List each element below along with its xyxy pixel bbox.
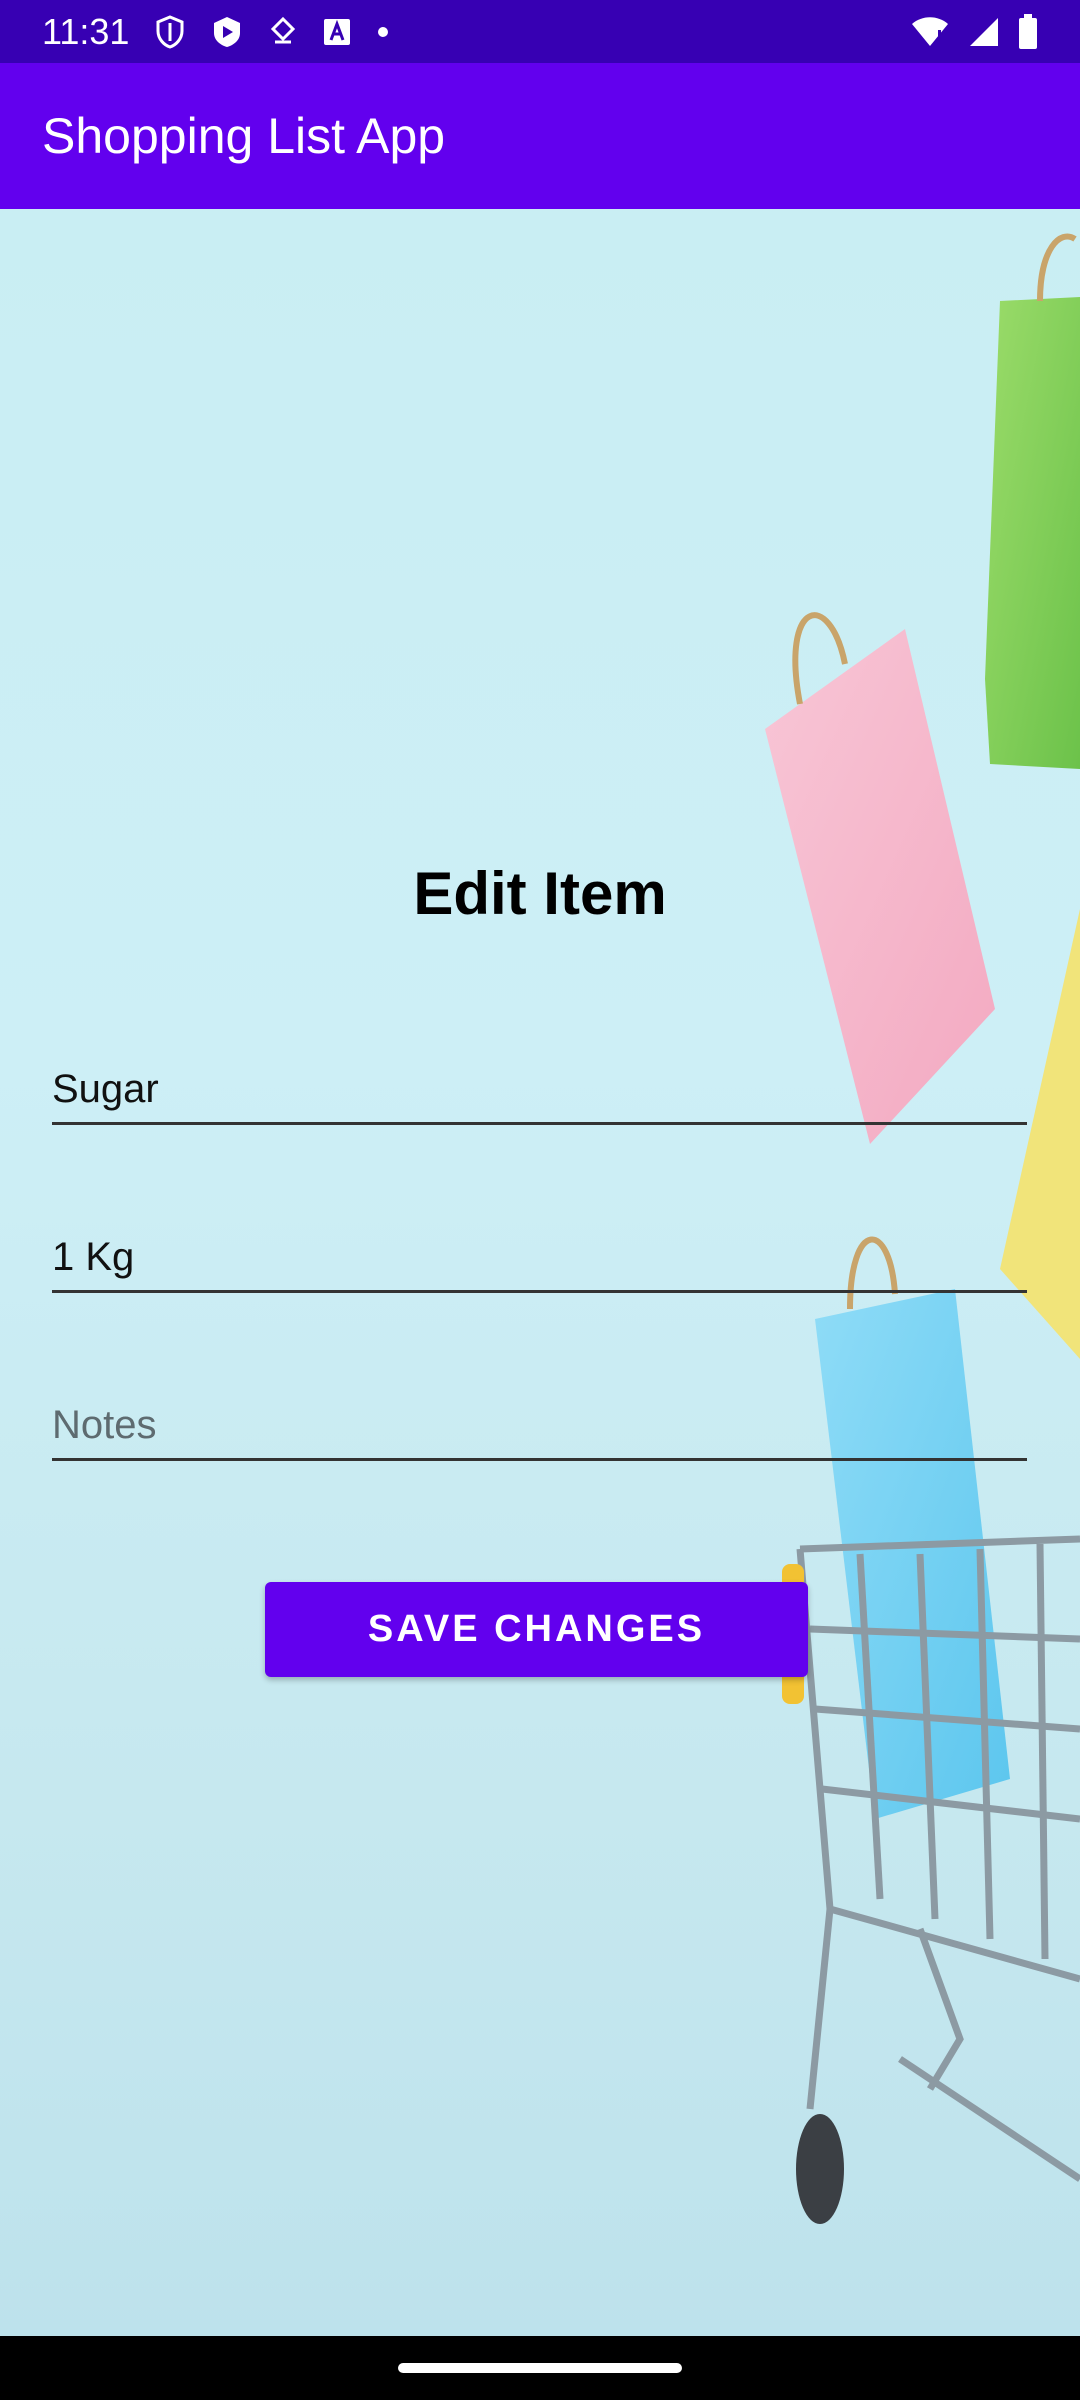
app-bar: Shopping List App [0, 63, 1080, 209]
item-quantity-field[interactable]: 1 Kg [52, 1223, 1027, 1293]
battery-icon [1018, 13, 1038, 50]
edit-item-heading: Edit Item [413, 860, 667, 927]
status-system-icons [910, 13, 1038, 50]
notes-placeholder: Notes [52, 1403, 157, 1447]
save-changes-button[interactable]: SAVE CHANGES [265, 1582, 808, 1677]
dot-icon [377, 26, 389, 38]
keyboard-a-icon [323, 18, 351, 46]
cellular-icon [968, 16, 1000, 48]
notes-field[interactable]: Notes [52, 1391, 1027, 1461]
app-title: Shopping List App [42, 108, 446, 164]
edit-item-screen: Edit Item Sugar 1 Kg Notes SAVE CHANGES [0, 209, 1080, 2336]
status-bar: 11:31 [0, 0, 1080, 63]
item-name-field[interactable]: Sugar [52, 1055, 1027, 1125]
status-time: 11:31 [42, 10, 130, 52]
status-notification-icons [155, 14, 389, 49]
home-gesture-handle[interactable] [398, 2363, 682, 2373]
item-name-value: Sugar [52, 1067, 159, 1111]
item-quantity-value: 1 Kg [52, 1235, 135, 1279]
shield-icon [155, 14, 185, 49]
play-icon [211, 15, 243, 49]
navigation-bar [0, 2336, 1080, 2400]
wifi-icon [910, 16, 950, 48]
signal-app-icon [269, 16, 297, 48]
